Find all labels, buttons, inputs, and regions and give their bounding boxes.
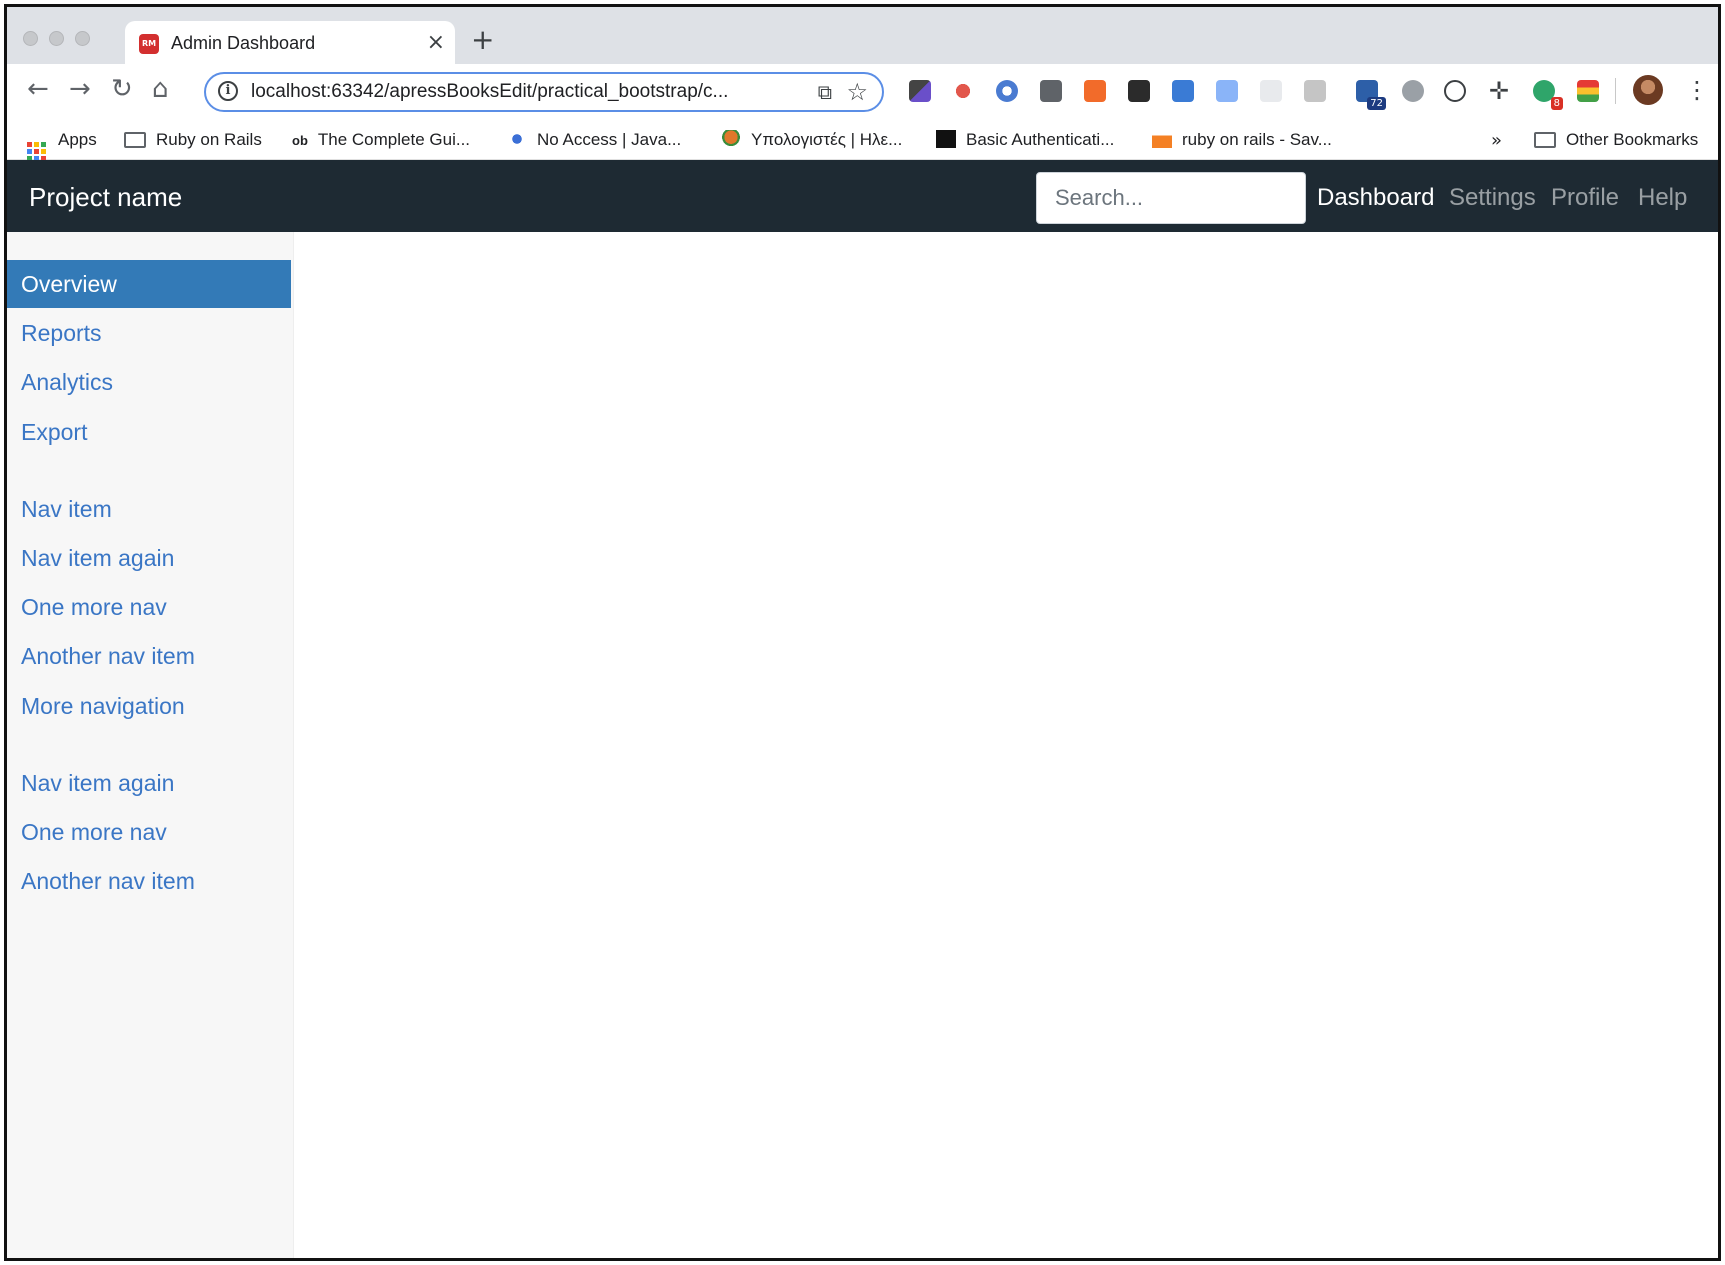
cast-icon[interactable]: ⧉ [818, 80, 832, 104]
eyedropper-extension-icon[interactable] [909, 80, 931, 102]
bookmark-apps[interactable]: Apps [27, 130, 97, 161]
sidebar-item-nav-item[interactable]: Nav item [7, 485, 291, 533]
site-info-icon[interactable]: i [218, 81, 238, 101]
home-icon[interactable]: ⌂ [152, 74, 169, 104]
sidebar-item-analytics[interactable]: Analytics [7, 358, 291, 406]
lightbulb-extension-icon[interactable] [1128, 80, 1150, 102]
bookmark-label: ruby on rails - Sav... [1182, 130, 1332, 149]
browser-toolbar: ← → ↻ ⌂ i localhost:63342/apressBooksEdi… [7, 64, 1718, 118]
dots-icon [507, 130, 527, 148]
bookmark-star-icon[interactable]: ☆ [846, 78, 868, 106]
sidebar-item-one-more-nav[interactable]: One more nav [7, 583, 291, 631]
bookmark-label: Υπολογιστές | Ηλε... [751, 130, 903, 149]
address-bar[interactable]: i localhost:63342/apressBooksEdit/practi… [204, 72, 884, 112]
sidebar-item-another-nav-item-2[interactable]: Another nav item [7, 857, 291, 905]
bookmarks-bar: Apps Ruby on Rails ob The Complete Gui...… [7, 118, 1718, 161]
sidebar-item-nav-item-again-2[interactable]: Nav item again [7, 759, 291, 807]
c-extension-icon[interactable] [1040, 80, 1062, 102]
tab-title: Admin Dashboard [171, 33, 316, 53]
bookmark-basic-auth[interactable]: Basic Authenticati... [936, 130, 1114, 150]
download-extension-icon[interactable] [1172, 80, 1194, 102]
main-content [294, 232, 1718, 1258]
react-extension-icon[interactable] [1260, 80, 1282, 102]
back-arrow-icon[interactable]: ← [27, 74, 49, 104]
translate-extension-icon[interactable] [1402, 80, 1424, 102]
move-extension-icon[interactable]: ✛ [1488, 79, 1510, 103]
reload-icon[interactable]: ↻ [111, 74, 133, 104]
apps-grid-icon [27, 142, 46, 161]
extension-badge: 8 [1550, 97, 1563, 110]
ob-icon: ob [292, 133, 308, 148]
bookmark-no-access[interactable]: No Access | Java... [507, 130, 681, 150]
a-extension-icon[interactable] [1444, 80, 1466, 102]
bookmarks-overflow-icon[interactable]: » [1491, 130, 1502, 151]
sidebar-item-more-navigation[interactable]: More navigation [7, 682, 291, 730]
rainbow-extension-icon[interactable] [1577, 80, 1599, 102]
bookmark-label: No Access | Java... [537, 130, 682, 149]
other-bookmarks[interactable]: Other Bookmarks [1534, 130, 1698, 150]
profile-avatar[interactable] [1633, 75, 1663, 105]
browser-tab[interactable]: RM Admin Dashboard × [125, 21, 455, 64]
sidebar: Overview Reports Analytics Export Nav it… [7, 232, 294, 1258]
bookmark-label: Apps [58, 130, 97, 149]
bookmark-label: Other Bookmarks [1566, 130, 1699, 149]
window-close-button[interactable] [23, 31, 38, 46]
diamond-icon [936, 130, 956, 148]
nav-link-settings[interactable]: Settings [1449, 184, 1536, 212]
kebab-menu-icon[interactable]: ⋮ [1685, 76, 1709, 104]
address-url[interactable]: localhost:63342/apressBooksEdit/practica… [251, 81, 728, 103]
browser-window: RM Admin Dashboard × + ← → ↻ ⌂ i localho… [4, 4, 1721, 1261]
opera-extension-icon[interactable] [996, 80, 1018, 102]
network-extension-icon[interactable] [952, 80, 974, 102]
nav-link-dashboard[interactable]: Dashboard [1317, 184, 1434, 212]
stackoverflow-icon [1152, 130, 1172, 148]
bookmark-ypologistes[interactable]: Υπολογιστές | Ηλε... [721, 130, 902, 150]
tab-strip: RM Admin Dashboard × + [7, 7, 1718, 64]
tab-favicon-icon: RM [139, 34, 159, 54]
sidebar-item-another-nav-item[interactable]: Another nav item [7, 632, 291, 680]
nav-link-help[interactable]: Help [1638, 184, 1687, 212]
sidebar-item-nav-item-again[interactable]: Nav item again [7, 534, 291, 582]
bookmark-ruby-sav[interactable]: ruby on rails - Sav... [1152, 130, 1332, 150]
nav-link-profile[interactable]: Profile [1551, 184, 1619, 212]
search-input[interactable] [1036, 172, 1306, 224]
orange-extension-icon[interactable] [1084, 80, 1106, 102]
window-zoom-button[interactable] [75, 31, 90, 46]
window-extension-icon[interactable] [1216, 80, 1238, 102]
toolbar-separator [1615, 78, 1616, 104]
bookmark-label: Basic Authenticati... [966, 130, 1115, 149]
brand[interactable]: Project name [29, 182, 182, 213]
stack-extension-icon[interactable]: 72 [1356, 80, 1386, 110]
sidebar-item-export[interactable]: Export [7, 408, 291, 456]
extension-badge: 72 [1367, 97, 1386, 110]
bookmark-label: Ruby on Rails [156, 130, 262, 149]
grammarly-extension-icon[interactable]: 8 [1533, 80, 1563, 110]
sidebar-item-reports[interactable]: Reports [7, 309, 291, 357]
sidebar-item-one-more-nav-2[interactable]: One more nav [7, 808, 291, 856]
top-navbar: Project name Dashboard Settings Profile … [7, 160, 1718, 232]
forward-arrow-icon[interactable]: → [69, 74, 91, 104]
new-tab-button[interactable]: + [471, 23, 494, 56]
chat-extension-icon[interactable] [1304, 80, 1326, 102]
tab-close-icon[interactable]: × [427, 30, 445, 55]
sidebar-item-overview[interactable]: Overview [7, 260, 291, 308]
balloon-icon [721, 130, 741, 148]
bookmark-label: The Complete Gui... [317, 130, 471, 149]
bookmark-complete-guide[interactable]: ob The Complete Gui... [292, 130, 470, 151]
window-minimize-button[interactable] [49, 31, 64, 46]
folder-icon [1534, 132, 1556, 148]
folder-icon [124, 132, 146, 148]
bookmark-ruby-on-rails[interactable]: Ruby on Rails [124, 130, 262, 150]
